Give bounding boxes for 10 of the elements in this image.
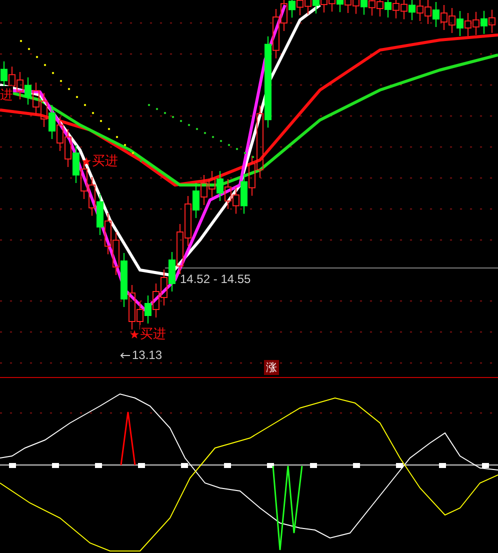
- buy-signal-label: 买进: [92, 152, 118, 170]
- buy-signal-label: 进: [0, 86, 13, 104]
- price-range-label: 14.52 - 14.55: [180, 272, 251, 286]
- rise-badge: 涨: [264, 360, 279, 375]
- left-arrow-icon: [120, 352, 130, 358]
- low-price-label: 13.13: [132, 348, 162, 362]
- star-icon: [130, 330, 139, 338]
- buy-signal-label: 买进: [140, 325, 166, 343]
- buy-spike: [120, 411, 136, 466]
- star-icon: [82, 156, 91, 166]
